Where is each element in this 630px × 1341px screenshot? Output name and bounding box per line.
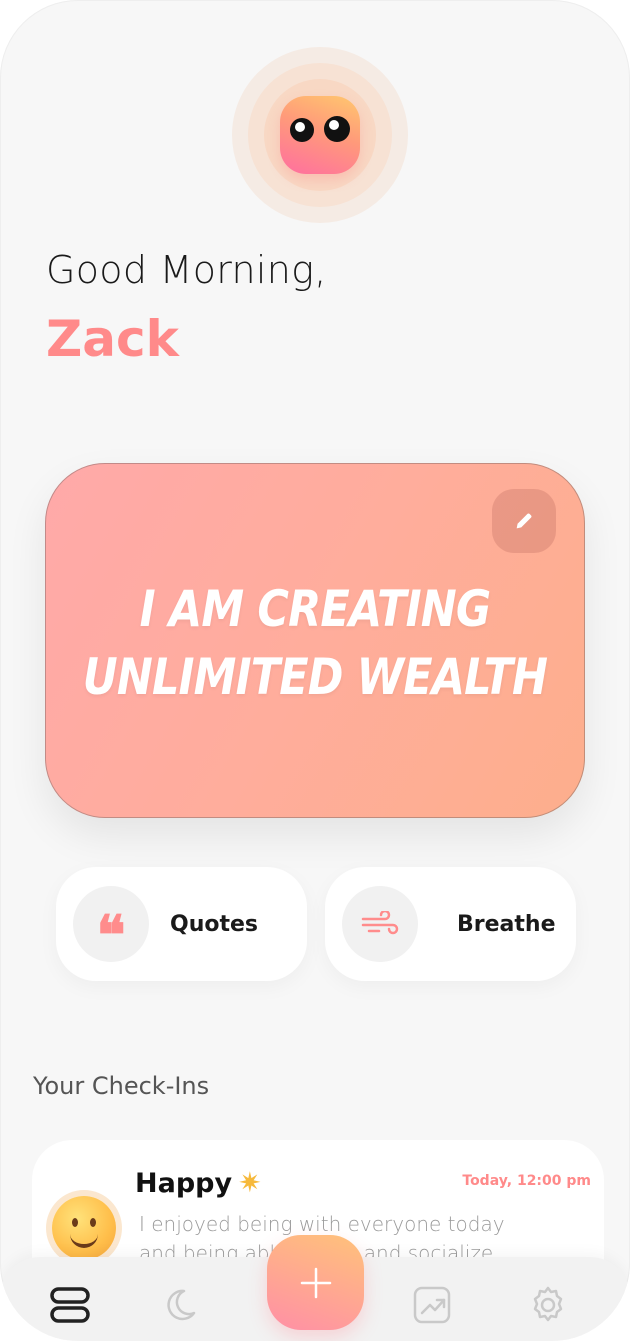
affirmation-text: I AM CREATING UNLIMITED WEALTH [82, 575, 548, 711]
app-screen: Good Morning, Zack I AM CREATING UNLIMIT… [0, 0, 630, 1341]
nav-settings[interactable] [526, 1283, 570, 1327]
edit-affirmation-button[interactable] [492, 489, 556, 553]
chart-icon [413, 1286, 451, 1324]
user-name: Zack [46, 310, 179, 368]
pencil-icon [516, 513, 532, 529]
mood-label: Happy [135, 1168, 233, 1199]
smiling-face-icon [52, 1196, 116, 1260]
quote-icon: ❝ [96, 903, 126, 967]
nav-stats[interactable] [410, 1283, 454, 1327]
greeting-text: Good Morning, [46, 248, 327, 292]
quotes-label: Quotes [170, 912, 259, 937]
affirmation-card[interactable]: I AM CREATING UNLIMITED WEALTH [45, 463, 585, 818]
quotes-button[interactable]: ❝ Quotes [56, 867, 307, 981]
checkin-mood: Happy ✷ [135, 1166, 262, 1199]
quotes-icon-circle: ❝ [73, 886, 149, 962]
breathe-label: Breathe [457, 912, 556, 937]
wind-icon [361, 911, 399, 935]
moon-icon [167, 1289, 196, 1321]
affirmation-line-1: I AM CREATING [139, 580, 492, 638]
breathe-button[interactable]: Breathe [325, 867, 576, 981]
add-icon [300, 1267, 331, 1298]
checkins-heading: Your Check-Ins [33, 1072, 210, 1100]
nav-sleep[interactable] [158, 1283, 202, 1327]
mascot-left-eye [290, 118, 314, 142]
mascot-right-eye [324, 116, 350, 142]
settings-icon [533, 1286, 563, 1322]
star-icon: ✷ [238, 1166, 262, 1199]
add-checkin-button[interactable] [267, 1235, 364, 1330]
checkin-time: Today, 12:00 pm [462, 1173, 591, 1189]
nav-home[interactable] [48, 1283, 92, 1327]
breathe-icon-circle [342, 886, 418, 962]
affirmation-line-2: UNLIMITED WEALTH [82, 648, 548, 706]
home-icon [50, 1287, 90, 1323]
avatar-mascot[interactable] [280, 96, 360, 174]
